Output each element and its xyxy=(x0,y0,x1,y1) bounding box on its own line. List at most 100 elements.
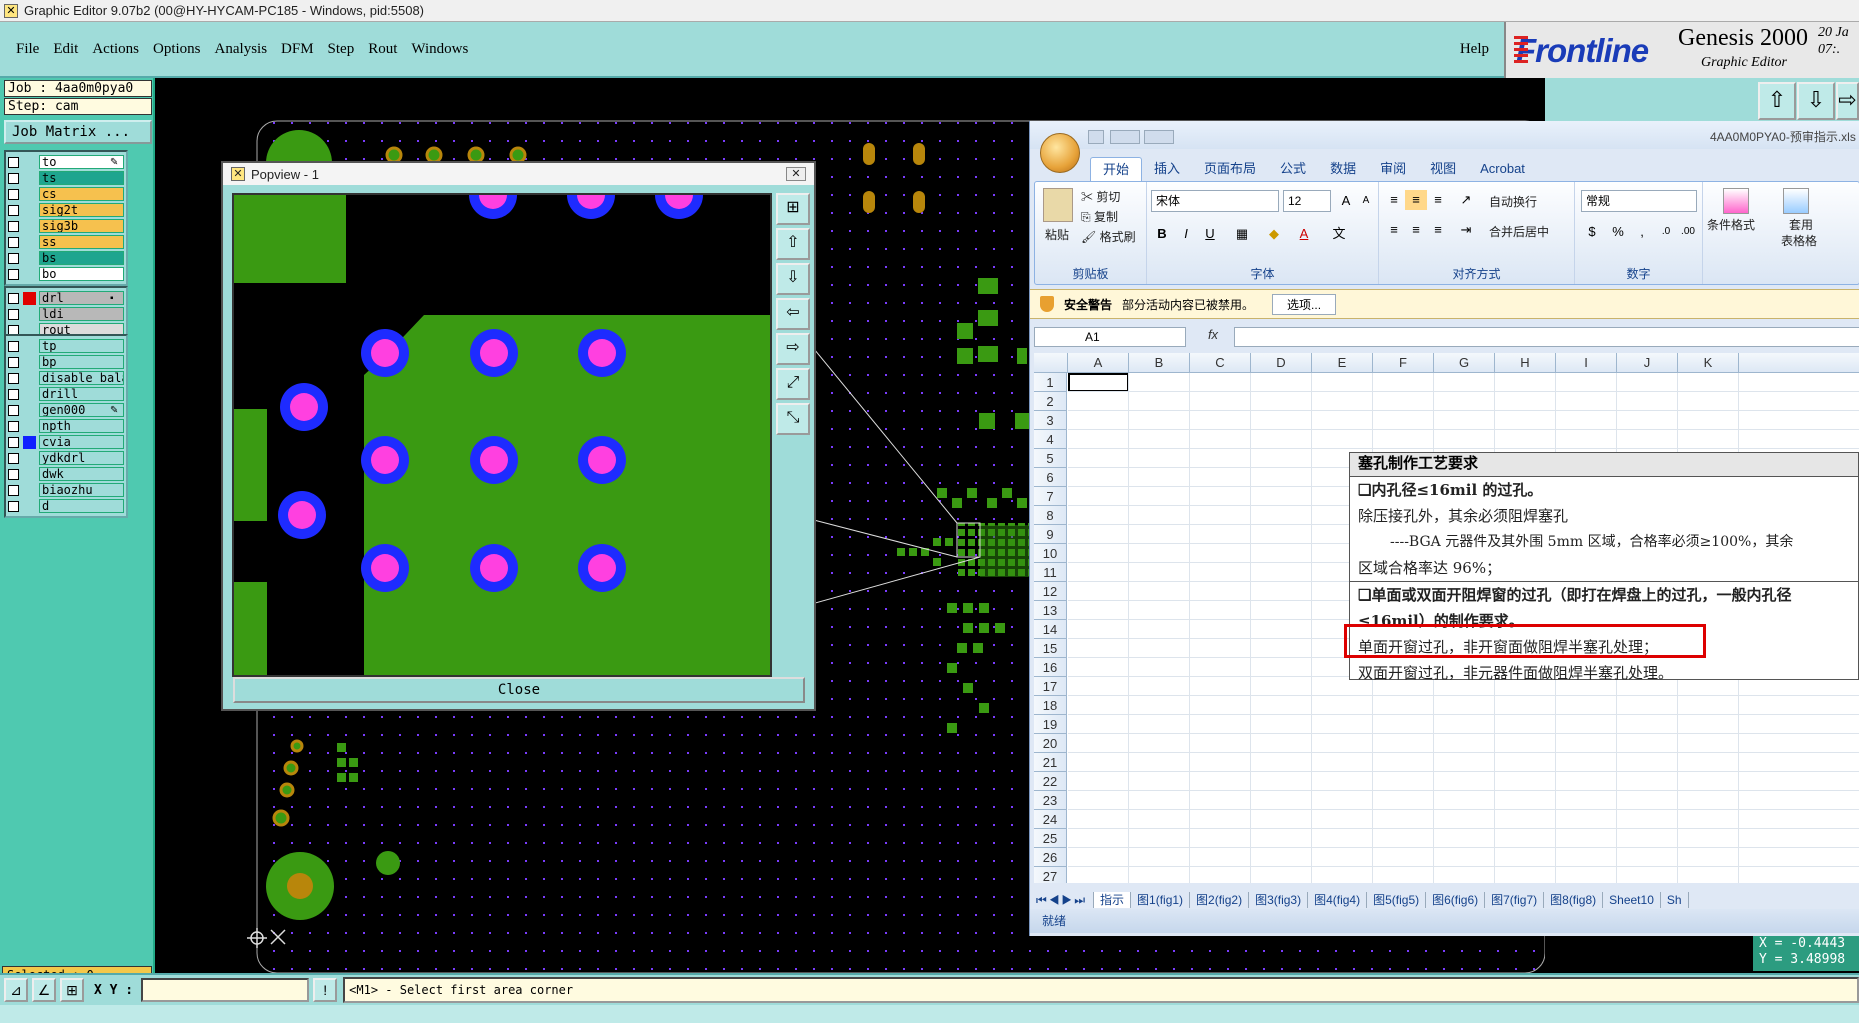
align-left-icon[interactable]: ≡ xyxy=(1383,220,1405,240)
orientation-icon[interactable]: ↗ xyxy=(1455,190,1477,210)
font-name-select[interactable]: 宋体 xyxy=(1151,190,1279,212)
popview-right-icon[interactable]: ⇨ xyxy=(776,333,810,365)
layer-drill[interactable]: drill xyxy=(8,386,124,402)
comma-icon[interactable]: , xyxy=(1631,222,1653,242)
layer-tp[interactable]: tp xyxy=(8,338,124,354)
layer-biaozhu[interactable]: biaozhu xyxy=(8,482,124,498)
layer-bp[interactable]: bp xyxy=(8,354,124,370)
layer-checkbox[interactable] xyxy=(8,372,19,384)
sheet-tab[interactable]: 图2(fig2) xyxy=(1190,892,1250,908)
layer-checkbox[interactable] xyxy=(8,404,19,416)
popview-close-icon[interactable]: ✕ xyxy=(786,167,806,181)
row-header-22[interactable]: 22 xyxy=(1034,772,1067,791)
align-middle-icon[interactable]: ≡ xyxy=(1405,190,1427,210)
layer-drl[interactable]: drl▪ xyxy=(8,290,124,306)
row-header-14[interactable]: 14 xyxy=(1034,620,1067,639)
row-header-9[interactable]: 9 xyxy=(1034,525,1067,544)
layer-npth[interactable]: npth xyxy=(8,418,124,434)
format-table-icon[interactable] xyxy=(1783,188,1809,214)
column-header-K[interactable]: K xyxy=(1678,353,1739,373)
currency-icon[interactable]: $ xyxy=(1581,222,1603,242)
menu-windows[interactable]: Windows xyxy=(411,41,468,58)
indent-icon[interactable]: ⇥ xyxy=(1455,220,1477,240)
row-header-19[interactable]: 19 xyxy=(1034,715,1067,734)
job-matrix-button[interactable]: Job Matrix ... xyxy=(4,120,152,144)
row-header-12[interactable]: 12 xyxy=(1034,582,1067,601)
menu-rout[interactable]: Rout xyxy=(368,41,397,58)
row-header-27[interactable]: 27 xyxy=(1034,867,1067,883)
layer-d[interactable]: d xyxy=(8,498,124,514)
sheet-tab[interactable]: 图1(fig1) xyxy=(1131,892,1191,908)
popview-zoom-in-icon[interactable]: ⤢ xyxy=(776,368,810,400)
row-header-11[interactable]: 11 xyxy=(1034,563,1067,582)
column-header-H[interactable]: H xyxy=(1495,353,1556,373)
align-right-icon[interactable]: ≡ xyxy=(1427,220,1449,240)
tab-home[interactable]: 开始 xyxy=(1090,157,1143,181)
decrease-decimal-icon[interactable]: .00 xyxy=(1677,222,1699,242)
layer-gen000[interactable]: gen000✎ xyxy=(8,402,124,418)
sheet-tab[interactable]: Sh xyxy=(1661,892,1689,908)
border-icon[interactable]: ▦ xyxy=(1231,224,1253,244)
row-header-5[interactable]: 5 xyxy=(1034,449,1067,468)
format-table-label-1[interactable]: 套用 xyxy=(1789,216,1813,233)
menu-edit[interactable]: Edit xyxy=(53,41,78,58)
layer-checkbox[interactable] xyxy=(8,156,19,168)
column-header-C[interactable]: C xyxy=(1190,353,1251,373)
layer-checkbox[interactable] xyxy=(8,420,19,432)
toolbar-download-icon[interactable]: ⇩ xyxy=(1797,82,1835,120)
merge-center-button[interactable]: 合并后居中 xyxy=(1489,223,1549,240)
tab-page-layout[interactable]: 页面布局 xyxy=(1192,157,1268,181)
layer-bs[interactable]: bs xyxy=(8,250,124,266)
cut-button[interactable]: ✂ 剪切 xyxy=(1081,188,1120,205)
sheet-tab[interactable]: 图8(fig8) xyxy=(1544,892,1604,908)
row-header-21[interactable]: 21 xyxy=(1034,753,1067,772)
layer-checkbox[interactable] xyxy=(8,340,19,352)
layer-ss[interactable]: ss xyxy=(8,234,124,250)
menu-step[interactable]: Step xyxy=(328,41,355,58)
fx-icon[interactable]: fx xyxy=(1192,327,1234,347)
layer-ldi[interactable]: ldi xyxy=(8,306,124,322)
row-header-7[interactable]: 7 xyxy=(1034,487,1067,506)
undo-icon[interactable] xyxy=(1110,130,1140,144)
layer-sig3b[interactable]: sig3b xyxy=(8,218,124,234)
toolbar-more-icon[interactable]: ⇨ xyxy=(1836,82,1859,120)
menu-help[interactable]: Help xyxy=(1460,41,1489,58)
snap-icon[interactable]: ⊿ xyxy=(4,978,28,1002)
popview-zoom-canvas[interactable] xyxy=(232,193,772,677)
format-table-label-2[interactable]: 表格格 xyxy=(1781,232,1817,249)
layer-bo[interactable]: bo xyxy=(8,266,124,282)
layer-checkbox[interactable] xyxy=(8,236,19,248)
sheet-tab[interactable]: 图4(fig4) xyxy=(1308,892,1368,908)
tab-data[interactable]: 数据 xyxy=(1318,157,1368,181)
font-size-select[interactable]: 12 xyxy=(1283,190,1331,212)
align-bottom-icon[interactable]: ≡ xyxy=(1427,190,1449,210)
layer-checkbox[interactable] xyxy=(8,252,19,264)
sheet-tab[interactable]: 图6(fig6) xyxy=(1426,892,1486,908)
column-header-G[interactable]: G xyxy=(1434,353,1495,373)
row-header-10[interactable]: 10 xyxy=(1034,544,1067,563)
bold-icon[interactable]: B xyxy=(1151,224,1173,244)
row-header-1[interactable]: 1 xyxy=(1034,373,1067,392)
fill-color-icon[interactable]: ◆ xyxy=(1263,224,1285,244)
align-top-icon[interactable]: ≡ xyxy=(1383,190,1405,210)
layer-checkbox[interactable] xyxy=(8,308,19,320)
layer-ydkdrl[interactable]: ydkdrl xyxy=(8,450,124,466)
layer-checkbox[interactable] xyxy=(8,452,19,464)
menu-analysis[interactable]: Analysis xyxy=(215,41,268,58)
popview-down-icon[interactable]: ⇩ xyxy=(776,263,810,295)
column-header-D[interactable]: D xyxy=(1251,353,1312,373)
popview-left-icon[interactable]: ⇦ xyxy=(776,298,810,330)
grid-icon[interactable]: ⊞ xyxy=(60,978,84,1002)
save-icon[interactable] xyxy=(1088,130,1104,144)
column-header-I[interactable]: I xyxy=(1556,353,1617,373)
underline-icon[interactable]: U xyxy=(1199,224,1221,244)
info-icon[interactable]: ! xyxy=(313,978,338,1002)
number-format-select[interactable]: 常规 xyxy=(1581,190,1697,212)
column-header-F[interactable]: F xyxy=(1373,353,1434,373)
sheet-tab[interactable]: 指示 xyxy=(1094,892,1132,908)
copy-button[interactable]: ⎘ 复制 xyxy=(1081,208,1118,225)
grow-font-icon[interactable]: A xyxy=(1335,191,1357,211)
column-header-B[interactable]: B xyxy=(1129,353,1190,373)
layer-checkbox[interactable] xyxy=(8,388,19,400)
row-header-20[interactable]: 20 xyxy=(1034,734,1067,753)
